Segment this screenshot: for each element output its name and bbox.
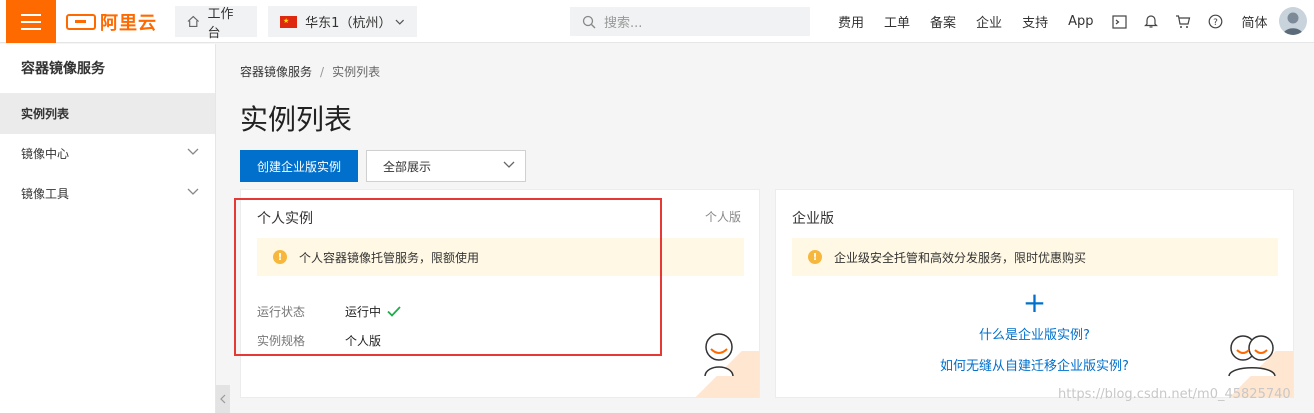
person-illustration-icon [704,333,734,377]
top-link-fees[interactable]: 费用 [828,12,874,31]
chevron-down-icon [503,161,515,168]
help-icon[interactable]: ? [1207,14,1223,30]
page-title: 实例列表 [240,103,353,136]
annotation-highlight-box [234,198,662,356]
china-flag-icon: ★ [280,15,298,28]
plus-icon[interactable]: + [1023,289,1046,317]
language-switch[interactable]: 简体 [1231,12,1277,31]
top-link-filing[interactable]: 备案 [920,12,966,31]
top-link-enterprise[interactable]: 企业 [966,12,1012,31]
top-links: 费用 工单 备案 企业 支持 App ? 简体 [828,0,1278,43]
sidebar-item-label: 实例列表 [21,107,70,121]
warning-icon: ! [808,250,822,264]
menu-button[interactable] [6,0,56,43]
sidebar-item-instance-list[interactable]: 实例列表 [0,94,215,134]
aliyun-logo[interactable]: 阿里云 [66,11,157,34]
card-title: 企业版 [792,211,834,227]
sidebar-item-label: 镜像中心 [21,147,70,161]
sidebar: 容器镜像服务 实例列表 镜像中心 镜像工具 [0,44,216,413]
sidebar-item-label: 镜像工具 [21,187,70,201]
notice-banner: ! 企业级安全托管和高效分发服务，限时优惠购买 [792,238,1278,276]
logo-icon [66,14,96,30]
top-link-tickets[interactable]: 工单 [874,12,920,31]
top-navigation-bar: 阿里云 工作台 ★ 华东1（杭州） 搜索... 费用 工单 备案 企业 支持 A… [0,0,1314,43]
search-placeholder: 搜索... [604,16,643,31]
create-enterprise-instance-button[interactable]: 创建企业版实例 [240,150,358,182]
breadcrumb: 容器镜像服务 / 实例列表 [240,63,380,80]
workbench-button[interactable]: 工作台 [175,6,257,41]
sidebar-item-image-tools[interactable]: 镜像工具 [0,174,215,214]
region-label: 华东1（杭州） [305,16,392,31]
what-is-enterprise-link[interactable]: 什么是企业版实例? [979,324,1090,343]
breadcrumb-item-current: 实例列表 [332,65,381,79]
filter-select-value: 全部展示 [383,159,432,174]
card-tag: 个人版 [704,210,741,224]
chevron-down-icon [395,19,405,25]
chevron-down-icon [187,148,199,155]
notice-text: 企业级安全托管和高效分发服务，限时优惠购买 [834,250,1087,265]
breadcrumb-separator: / [320,65,325,79]
migrate-enterprise-link[interactable]: 如何无缝从自建迁移企业版实例? [940,355,1129,374]
top-link-app[interactable]: App [1058,14,1103,29]
svg-text:?: ? [1213,18,1218,28]
logo-text: 阿里云 [100,13,157,34]
filter-select[interactable]: 全部展示 [366,150,526,182]
bell-icon[interactable] [1143,14,1159,30]
watermark-text: https://blog.csdn.net/m0_45825740 [1058,387,1291,402]
top-link-support[interactable]: 支持 [1012,12,1058,31]
sidebar-title: 容器镜像服务 [0,44,215,94]
region-selector[interactable]: ★ 华东1（杭州） [268,6,417,37]
group-illustration-icon [1228,335,1276,377]
cart-icon[interactable] [1175,14,1191,30]
avatar[interactable] [1279,7,1307,35]
terminal-icon[interactable] [1111,14,1127,30]
workbench-label: 工作台 [207,6,234,41]
search-input[interactable]: 搜索... [570,7,810,36]
breadcrumb-item-service[interactable]: 容器镜像服务 [240,65,312,79]
chevron-down-icon [187,188,199,195]
search-icon [582,15,596,28]
enterprise-instance-card[interactable]: 企业版 ! 企业级安全托管和高效分发服务，限时优惠购买 + 什么是企业版实例? … [775,189,1294,398]
home-icon [187,15,199,27]
sidebar-item-image-center[interactable]: 镜像中心 [0,134,215,174]
